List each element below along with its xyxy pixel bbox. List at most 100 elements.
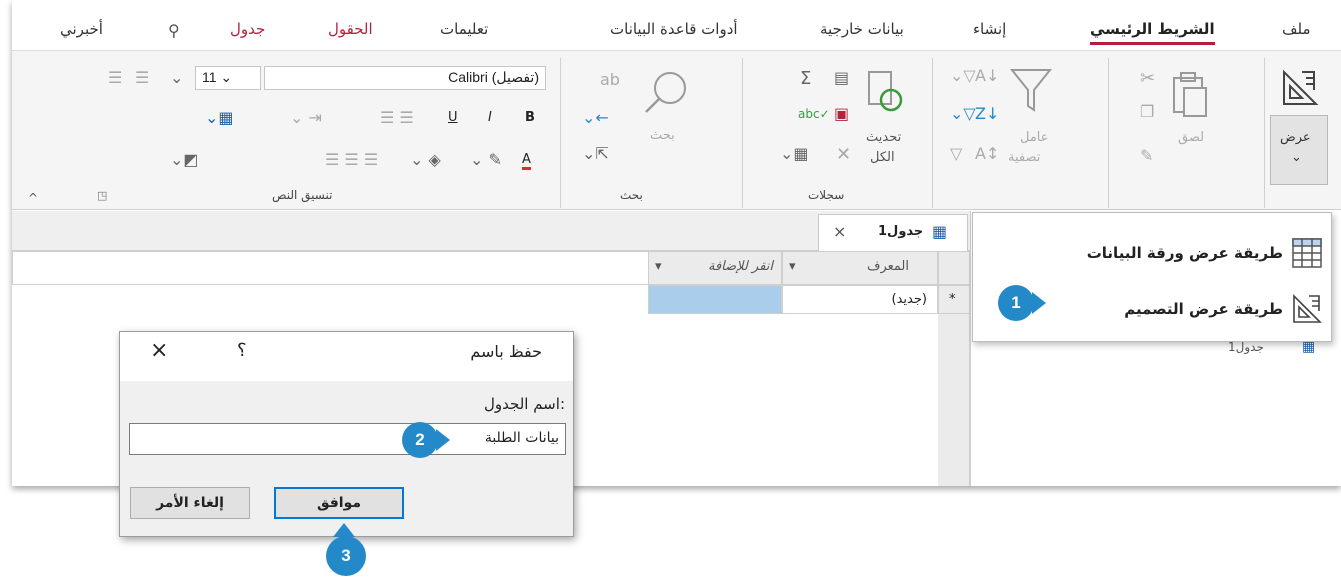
help-icon[interactable]: ؟ bbox=[237, 340, 247, 361]
filter-icon bbox=[1010, 69, 1052, 112]
ribbon-separator bbox=[742, 58, 743, 208]
callout-1: 1 bbox=[998, 285, 1034, 321]
copy-icon[interactable]: ❐ bbox=[1140, 104, 1154, 120]
find-icon bbox=[645, 72, 686, 113]
advanced-filter-icon[interactable]: ⌄▽ bbox=[950, 106, 976, 122]
totals-icon[interactable]: Σ bbox=[800, 70, 811, 88]
cut-icon[interactable]: ✂ bbox=[1140, 70, 1155, 88]
rtl-icon[interactable]: ⌄ ⇥ bbox=[290, 110, 322, 126]
cancel-button[interactable]: إلغاء الأمر bbox=[130, 487, 250, 519]
tab-fields[interactable]: الحقول bbox=[328, 20, 373, 38]
numbering-icon[interactable]: ⌄ bbox=[170, 70, 183, 86]
find-group-label: بحث bbox=[620, 188, 643, 202]
tab-database-tools[interactable]: أدوات قاعدة البيانات bbox=[610, 20, 738, 38]
datasheet-view-label: طريقة عرض ورقة البيانات bbox=[1086, 244, 1283, 262]
menu-item-design-view[interactable]: طريقة عرض التصميم bbox=[1124, 283, 1323, 335]
save-record-icon[interactable]: ▣ bbox=[834, 106, 849, 122]
new-record-icon[interactable]: ▤ bbox=[834, 70, 849, 86]
row-selector-column bbox=[938, 314, 970, 486]
tab-file[interactable]: ملف bbox=[1282, 20, 1311, 38]
chevron-down-icon: ▾ bbox=[655, 259, 662, 274]
font-size-select[interactable]: 11 ⌄ bbox=[195, 66, 261, 90]
close-tab-icon[interactable]: × bbox=[833, 222, 846, 241]
remove-sort-icon[interactable]: A↕ bbox=[975, 146, 999, 162]
design-view-icon bbox=[1283, 69, 1319, 105]
table-name-label: اسم الجدول: bbox=[484, 395, 565, 413]
table-icon: ▦ bbox=[932, 222, 948, 241]
nav-table-label[interactable]: جدول1 bbox=[1228, 340, 1264, 354]
tab-tell-me[interactable]: أخبرني bbox=[60, 20, 103, 38]
italic-button[interactable]: I bbox=[488, 110, 492, 125]
nav-table-icon: ▦ bbox=[1302, 339, 1316, 355]
tab-table[interactable]: جدول bbox=[230, 20, 265, 38]
filter-label-line1: عامل bbox=[1020, 130, 1049, 145]
new-row-selector[interactable]: * bbox=[938, 285, 970, 314]
toggle-filter-icon[interactable]: ▽ bbox=[950, 146, 962, 162]
bold-button[interactable]: B bbox=[525, 110, 535, 125]
more-records-icon[interactable]: ⌄▦ bbox=[780, 146, 809, 162]
sort-descending-icon[interactable]: Z↓ bbox=[975, 106, 999, 122]
font-name-select[interactable]: (تفصيل) Calibri bbox=[264, 66, 546, 90]
tab-create[interactable]: إنشاء bbox=[973, 20, 1006, 38]
list2-icon[interactable]: ☰ bbox=[108, 70, 122, 86]
gridlines-icon[interactable]: ⌄▦ bbox=[205, 110, 234, 126]
spelling-icon[interactable]: abc✓ bbox=[798, 108, 830, 120]
view-label: عرض bbox=[1280, 130, 1311, 145]
design-view-menu-icon bbox=[1293, 294, 1322, 323]
refresh-label-line2: الكل bbox=[870, 150, 895, 165]
ribbon-separator bbox=[932, 58, 933, 208]
sort-ascending-icon[interactable]: A↓ bbox=[975, 68, 999, 84]
format-painter-icon[interactable]: ✎ bbox=[1140, 148, 1153, 164]
dialog-title: حفظ باسم bbox=[470, 342, 542, 361]
text-format-group-label: تنسيق النص bbox=[272, 188, 333, 202]
delete-record-icon[interactable]: ✕ bbox=[836, 146, 851, 164]
grid-empty-area bbox=[12, 251, 648, 285]
datasheet-view-icon bbox=[1292, 238, 1322, 268]
new-row-add-cell[interactable] bbox=[648, 285, 782, 314]
highlight-icon[interactable]: ⌄ ✎ bbox=[470, 152, 502, 168]
view-dropdown-arrow: ⌄ bbox=[1291, 150, 1302, 165]
font-name-value: (تفصيل) Calibri bbox=[448, 69, 539, 85]
callout-pointer bbox=[436, 429, 450, 451]
refresh-all-icon bbox=[868, 71, 903, 112]
column-header-id[interactable]: المعرف ▾ bbox=[782, 251, 938, 285]
dialog-launcher-icon[interactable]: ◳ bbox=[97, 190, 107, 201]
filter-label-line2: تصفية bbox=[1008, 150, 1041, 165]
collapse-ribbon-icon[interactable]: ^ bbox=[28, 192, 38, 204]
indent-icon[interactable]: ☰ ☰ bbox=[380, 110, 414, 126]
new-row-marker: * bbox=[949, 292, 956, 307]
underline-button[interactable]: U bbox=[448, 110, 458, 125]
tab-help[interactable]: تعليمات bbox=[440, 20, 488, 38]
font-color-button[interactable]: A bbox=[522, 152, 531, 170]
select-icon[interactable]: ⌄⇱ bbox=[582, 146, 609, 162]
tab-home[interactable]: الشريط الرئيسي bbox=[1090, 20, 1215, 45]
design-view-label: طريقة عرض التصميم bbox=[1124, 300, 1283, 318]
table-name-input[interactable]: بيانات الطلبة bbox=[129, 423, 566, 455]
column-header-add[interactable]: انقر للإضافة ▾ bbox=[648, 251, 782, 285]
chevron-down-icon: ▾ bbox=[789, 259, 796, 274]
menu-item-datasheet-view[interactable]: طريقة عرض ورقة البيانات bbox=[1087, 227, 1323, 279]
document-tab-label: جدول1 bbox=[878, 224, 924, 239]
selection-filter-icon[interactable]: ⌄▽ bbox=[950, 68, 976, 84]
goto-icon[interactable]: ⌄← bbox=[582, 110, 609, 126]
callout-pointer bbox=[333, 523, 355, 537]
table-name-value: بيانات الطلبة bbox=[484, 430, 559, 446]
find-label: بحث bbox=[650, 128, 675, 143]
refresh-label-line1: تحديث bbox=[866, 130, 902, 145]
ribbon-separator bbox=[1108, 58, 1109, 208]
column-add-label: انقر للإضافة bbox=[707, 259, 773, 274]
column-id-label: المعرف bbox=[866, 259, 909, 274]
align-icons[interactable]: ☰ ☰ ☰ bbox=[325, 152, 378, 168]
alt-row-color-icon[interactable]: ⌄◩ bbox=[170, 152, 199, 168]
ok-button[interactable]: موافق bbox=[274, 487, 404, 519]
font-size-value: 11 bbox=[202, 69, 217, 85]
close-icon[interactable]: × bbox=[150, 338, 168, 363]
replace-icon[interactable]: ab bbox=[600, 72, 620, 88]
callout-2: 2 bbox=[402, 422, 438, 458]
list-icon[interactable]: ☰ bbox=[135, 70, 149, 86]
new-row-id-cell[interactable]: (جديد) bbox=[782, 285, 938, 314]
row-selector-header[interactable] bbox=[938, 251, 970, 285]
fill-color-icon[interactable]: ⌄ ◈ bbox=[410, 152, 441, 168]
tab-external-data[interactable]: بيانات خارجية bbox=[820, 20, 904, 38]
callout-3: 3 bbox=[326, 536, 366, 576]
